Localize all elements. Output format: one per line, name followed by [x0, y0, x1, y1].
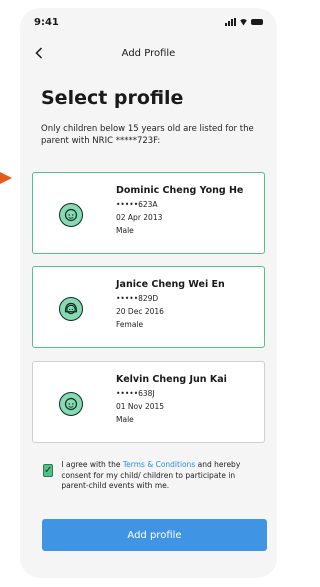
add-profile-button[interactable]: Add profile: [42, 519, 267, 551]
signal-icon: [225, 18, 236, 26]
nav-bar: Add Profile: [20, 44, 277, 62]
profile-dob: 02 Apr 2013: [116, 213, 163, 222]
pointer-arrow-icon: [0, 172, 12, 184]
avatar-boy-icon: [59, 203, 83, 227]
consent-row: ✓ I agree with the Terms & Conditions an…: [43, 460, 261, 492]
profile-name: Kelvin Cheng Jun Kai: [116, 374, 227, 385]
checkmark-icon: ✓: [44, 465, 53, 476]
profile-gender: Male: [116, 415, 134, 424]
wifi-icon: [239, 18, 248, 26]
back-button[interactable]: [30, 44, 48, 62]
avatar-boy-icon: [59, 392, 83, 416]
page-title: Add Profile: [121, 47, 176, 59]
profile-name: Dominic Cheng Yong He: [116, 185, 244, 196]
terms-link[interactable]: Terms & Conditions: [123, 460, 195, 469]
status-bar: 9:41: [34, 14, 263, 30]
status-time: 9:41: [34, 16, 59, 28]
profile-gender: Female: [116, 320, 144, 329]
consent-text-before: I agree with the: [61, 460, 123, 469]
status-icons: [225, 18, 263, 26]
phone-screen: 9:41 Add Profile Select profile Only chi…: [20, 8, 277, 578]
profile-card[interactable]: Kelvin Cheng Jun Kai •••••638J 01 Nov 20…: [32, 361, 265, 443]
profile-id: •••••623A: [116, 200, 158, 209]
profile-id: •••••829D: [116, 294, 159, 303]
consent-text: I agree with the Terms & Conditions and …: [61, 460, 261, 492]
section-title: Select profile: [41, 87, 184, 109]
profile-dob: 20 Dec 2016: [116, 307, 164, 316]
profile-dob: 01 Nov 2015: [116, 402, 165, 411]
profile-name: Janice Cheng Wei En: [116, 279, 225, 290]
profile-card[interactable]: Dominic Cheng Yong He •••••623A 02 Apr 2…: [32, 172, 265, 254]
profile-id: •••••638J: [116, 389, 155, 398]
section-description: Only children below 15 years old are lis…: [41, 124, 254, 146]
avatar-girl-icon: [59, 297, 83, 321]
consent-checkbox[interactable]: ✓: [43, 464, 54, 477]
profile-gender: Male: [116, 226, 134, 235]
profile-card[interactable]: Janice Cheng Wei En •••••829D 20 Dec 201…: [32, 266, 265, 348]
chevron-left-icon: [35, 47, 43, 59]
battery-icon: [251, 19, 263, 25]
